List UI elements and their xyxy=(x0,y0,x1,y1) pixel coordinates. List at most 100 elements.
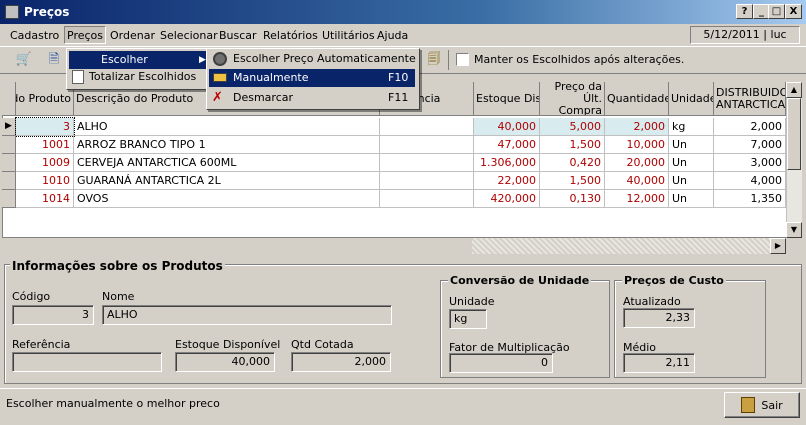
cell-descricao[interactable]: ALHO xyxy=(74,118,380,136)
cell-estoque[interactable]: 47,000 xyxy=(474,136,540,154)
custo-title: Preços de Custo xyxy=(622,274,726,287)
fator-field[interactable]: 0 xyxy=(449,353,553,373)
cell-distribuidor[interactable]: 3,000 xyxy=(714,154,786,172)
help-button[interactable]: ? xyxy=(736,4,753,19)
cell-preco[interactable]: 1,500 xyxy=(540,172,605,190)
cell-distribuidor[interactable]: 4,000 xyxy=(714,172,786,190)
cell-codigo[interactable]: 1014 xyxy=(16,190,74,208)
menu-ordenar[interactable]: Ordenar xyxy=(110,29,155,42)
cell-codigo[interactable]: 1010 xyxy=(16,172,74,190)
cell-descricao[interactable]: CERVEJA ANTARCTICA 600ML xyxy=(74,154,380,172)
close-button[interactable]: X xyxy=(785,4,802,19)
cell-unidade[interactable]: Un xyxy=(669,172,714,190)
report-icon[interactable]: 🗐 xyxy=(424,50,444,70)
cell-descricao[interactable]: OVOS xyxy=(74,190,380,208)
cell-preco[interactable]: 0,130 xyxy=(540,190,605,208)
estoque-label: Estoque Disponível xyxy=(175,338,281,351)
submenu-manual[interactable]: Manualmente xyxy=(209,69,415,87)
maximize-button[interactable]: □ xyxy=(768,4,785,19)
submenu-arrow-icon: ▶ xyxy=(199,55,206,65)
header-unidade[interactable]: Unidade xyxy=(669,82,714,116)
header-distribuidor[interactable]: DISTRIBUIDO ANTARCTICA xyxy=(714,82,786,116)
cell-distribuidor[interactable]: 2,000 xyxy=(714,118,786,136)
menu-relatorios[interactable]: Relatórios xyxy=(263,29,318,42)
cell-preco[interactable]: 5,000 xyxy=(540,118,605,136)
header-estoque[interactable]: Estoque Disp xyxy=(474,82,540,116)
exit-door-icon xyxy=(741,397,756,413)
cell-descricao[interactable]: GUARANÁ ANTARCTICA 2L xyxy=(74,172,380,190)
menu-selecionar[interactable]: Selecionar xyxy=(160,29,218,42)
cell-distribuidor[interactable]: 1,350 xyxy=(714,190,786,208)
app-icon xyxy=(5,5,19,19)
cell-referencia[interactable] xyxy=(380,154,474,172)
row-selector[interactable] xyxy=(2,154,16,172)
row-selector[interactable] xyxy=(2,190,16,208)
keep-selected-checkbox[interactable] xyxy=(456,53,469,66)
estoque-field[interactable]: 40,000 xyxy=(175,352,275,372)
codigo-field[interactable]: 3 xyxy=(12,305,94,325)
grid-corner xyxy=(2,82,16,116)
nome-field[interactable]: ALHO xyxy=(102,305,392,325)
row-selector[interactable] xyxy=(2,136,16,154)
cell-referencia[interactable] xyxy=(380,172,474,190)
qtd-field[interactable]: 2,000 xyxy=(291,352,391,372)
cell-codigo[interactable]: 1001 xyxy=(16,136,74,154)
document-icon[interactable]: 🗎 xyxy=(44,50,64,70)
scroll-right-icon[interactable]: ▶ xyxy=(770,238,786,254)
cell-distribuidor[interactable]: 7,000 xyxy=(714,136,786,154)
menu-escolher[interactable]: Escolher xyxy=(69,51,209,69)
cell-estoque[interactable]: 40,000 xyxy=(474,118,540,136)
medio-field[interactable]: 2,11 xyxy=(623,353,695,373)
atualizado-label: Atualizado xyxy=(623,295,681,308)
menu-cadastro[interactable]: Cadastro xyxy=(10,29,59,42)
cell-preco[interactable]: 1,500 xyxy=(540,136,605,154)
submenu-desmarcar[interactable]: Desmarcar xyxy=(209,89,415,107)
menu-buscar[interactable]: Buscar xyxy=(219,29,257,42)
sair-button[interactable]: Sair xyxy=(724,392,800,418)
cell-quantidade[interactable]: 2,000 xyxy=(605,118,669,136)
title-bar: Preços xyxy=(0,0,806,24)
vertical-scroll-thumb[interactable] xyxy=(787,98,801,170)
referencia-field[interactable] xyxy=(12,352,162,372)
cell-referencia[interactable] xyxy=(380,190,474,208)
cell-quantidade[interactable]: 12,000 xyxy=(605,190,669,208)
scroll-down-icon[interactable]: ▼ xyxy=(786,222,802,238)
cell-unidade[interactable]: kg xyxy=(669,118,714,136)
cell-referencia[interactable] xyxy=(380,118,474,136)
sair-label: Sair xyxy=(761,398,783,412)
header-preco[interactable]: Preço da Últ. Compra xyxy=(540,82,605,116)
cell-estoque[interactable]: 1.306,000 xyxy=(474,154,540,172)
keep-selected-label: Manter os Escolhidos após alterações. xyxy=(474,53,685,66)
menu-precos[interactable]: Preços xyxy=(67,29,103,42)
unidade-label: Unidade xyxy=(449,295,495,308)
cell-quantidade[interactable]: 40,000 xyxy=(605,172,669,190)
menu-totalizar[interactable]: Totalizar Escolhidos xyxy=(69,68,209,86)
status-message: Escolher manualmente o melhor preco xyxy=(6,397,220,410)
conversao-title: Conversão de Unidade xyxy=(448,274,592,287)
cell-unidade[interactable]: Un xyxy=(669,136,714,154)
cell-codigo[interactable]: 1009 xyxy=(16,154,74,172)
info-title: Informações sobre os Produtos xyxy=(10,259,225,273)
cell-unidade[interactable]: Un xyxy=(669,190,714,208)
cart-icon[interactable]: 🛒 xyxy=(14,50,34,70)
cell-codigo[interactable]: 3 xyxy=(15,117,75,137)
cell-descricao[interactable]: ARROZ BRANCO TIPO 1 xyxy=(74,136,380,154)
row-selector[interactable] xyxy=(2,172,16,190)
cell-quantidade[interactable]: 20,000 xyxy=(605,154,669,172)
header-quantidade[interactable]: Quantidade xyxy=(605,82,669,116)
row-selector[interactable]: ▶ xyxy=(2,118,16,136)
cell-preco[interactable]: 0,420 xyxy=(540,154,605,172)
cell-referencia[interactable] xyxy=(380,136,474,154)
cell-estoque[interactable]: 22,000 xyxy=(474,172,540,190)
cell-quantidade[interactable]: 10,000 xyxy=(605,136,669,154)
submenu-auto[interactable]: Escolher Preço Automaticamente xyxy=(209,50,416,68)
atualizado-field[interactable]: 2,33 xyxy=(623,308,695,328)
horizontal-scrollbar[interactable] xyxy=(472,238,786,254)
scroll-up-icon[interactable]: ▲ xyxy=(786,82,802,98)
menu-ajuda[interactable]: Ajuda xyxy=(377,29,408,42)
menu-utilitarios[interactable]: Utilitários xyxy=(322,29,375,42)
cell-unidade[interactable]: Un xyxy=(669,154,714,172)
unidade-field[interactable]: kg xyxy=(449,309,487,329)
referencia-label: Referência xyxy=(12,338,71,351)
cell-estoque[interactable]: 420,000 xyxy=(474,190,540,208)
